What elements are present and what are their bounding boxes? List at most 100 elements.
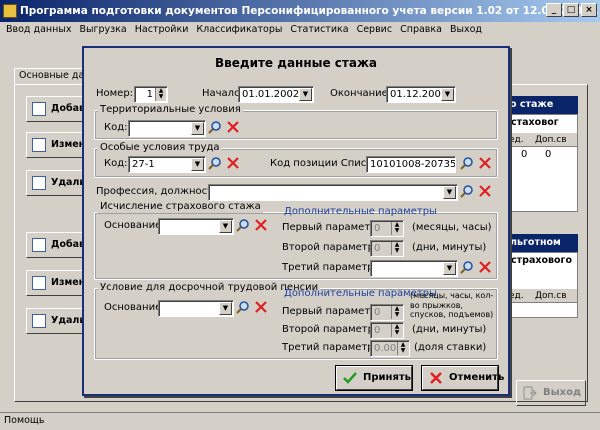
accept-button[interactable]: Принять [335, 365, 413, 391]
start-date-field[interactable]: 01.01.2002 ▼ [238, 86, 314, 103]
cancel-button[interactable]: Отменить [421, 365, 504, 391]
grid1-cell-1: 0 [521, 149, 528, 160]
window-title: Программа подготовки документов Персониф… [0, 0, 600, 22]
grid1-cell-2: 0 [545, 149, 552, 160]
grid2-col-1: ед. [509, 291, 524, 301]
end-label: Окончание: [330, 88, 392, 99]
grid2-col-headers: ед. Доп.св [507, 289, 577, 303]
special-code-select[interactable]: 27-1 ▼ [128, 156, 206, 173]
dropdown-arrow-icon[interactable]: ▼ [191, 158, 204, 171]
window-title-text: Программа подготовки документов Персониф… [20, 5, 599, 17]
position-code-field[interactable]: 10101008-20735 [366, 156, 456, 173]
ins-param2-unit: (дни, минуты) [412, 242, 487, 253]
spin-arrows-icon[interactable]: ▲ ▼ [391, 324, 402, 337]
dropdown-arrow-icon[interactable]: ▼ [219, 220, 232, 233]
spin-arrows-icon[interactable]: ▲ ▼ [397, 342, 408, 355]
grid2[interactable]: страхового ед. Доп.св [506, 252, 578, 318]
insurance-basis-select[interactable]: ▼ [158, 218, 234, 235]
exit-icon [523, 386, 537, 400]
ins-param2-stepper[interactable]: 0 ▲ ▼ [370, 240, 404, 257]
profession-select[interactable]: ▼ [208, 184, 458, 201]
spin-arrows-icon[interactable]: ▲ ▼ [391, 222, 402, 235]
search-icon[interactable] [208, 156, 222, 170]
spin-arrows-icon[interactable]: ▲ ▼ [391, 242, 402, 255]
ins-param3-label: Третий параметр: [282, 262, 377, 273]
add-icon [32, 102, 46, 116]
clear-icon[interactable] [254, 218, 268, 232]
ins-param3-select[interactable]: ▼ [370, 260, 458, 277]
check-icon [343, 372, 357, 384]
minimize-button[interactable]: _ [546, 3, 562, 17]
grid1-col-2: Доп.св [535, 135, 567, 145]
special-code-label: Код: [104, 158, 128, 169]
territorial-code-select[interactable]: ▼ [128, 120, 206, 137]
pension-basis-select[interactable]: ▼ [158, 300, 234, 317]
grid2-col-2: Доп.св [535, 291, 567, 301]
close-button[interactable]: × [581, 3, 597, 17]
clear-icon[interactable] [478, 260, 492, 274]
menu-item-service[interactable]: Сервис [357, 22, 393, 38]
clear-icon[interactable] [226, 120, 240, 134]
search-icon[interactable] [460, 260, 474, 274]
menu-item-help[interactable]: Справка [400, 22, 442, 38]
clear-icon[interactable] [254, 300, 268, 314]
grid1-header: о стаже [506, 96, 578, 114]
menu-item-statistics[interactable]: Статистика [290, 22, 348, 38]
spin-arrows-icon[interactable]: ▲ ▼ [391, 306, 402, 319]
edit-icon [32, 276, 46, 290]
clear-icon[interactable] [478, 156, 492, 170]
app-icon [3, 4, 17, 18]
pen-param1-label: Первый параметр: [282, 306, 380, 317]
special-title: Особые условия труда [98, 142, 222, 154]
dropdown-arrow-icon[interactable]: ▼ [219, 302, 232, 315]
grid1[interactable]: стаховог ед. Доп.св 0 0 [506, 114, 578, 212]
territorial-code-label: Код: [104, 122, 128, 133]
dropdown-arrow-icon[interactable]: ▼ [191, 122, 204, 135]
end-date-field[interactable]: 01.12.2002 ▼ [386, 86, 456, 103]
dropdown-arrow-icon[interactable]: ▼ [441, 88, 454, 101]
add-icon [32, 238, 46, 252]
pension-basis-label: Основание: [104, 302, 165, 313]
grid1-col-headers: ед. Доп.св [507, 133, 577, 147]
search-icon[interactable] [236, 218, 250, 232]
search-icon[interactable] [460, 156, 474, 170]
clear-icon[interactable] [478, 184, 492, 198]
menu-item-classifiers[interactable]: Классификаторы [196, 22, 282, 38]
search-icon[interactable] [208, 120, 222, 134]
menu-item-input[interactable]: Ввод данных [6, 22, 71, 38]
exit-button[interactable]: Выход [516, 380, 586, 406]
grid1-subheader: стаховог [511, 117, 559, 128]
dropdown-arrow-icon[interactable]: ▼ [443, 262, 456, 275]
status-bar: Помощь [0, 412, 600, 430]
clear-icon[interactable] [226, 156, 240, 170]
edit-icon [32, 138, 46, 152]
menu-item-export[interactable]: Выгрузка [79, 22, 126, 38]
search-icon[interactable] [236, 300, 250, 314]
ins-param1-label: Первый параметр: [282, 222, 380, 233]
pen-param2-stepper[interactable]: 0 ▲ ▼ [370, 322, 404, 339]
cancel-icon [430, 372, 442, 384]
number-stepper[interactable]: 1 ▲ ▼ [134, 86, 168, 103]
pen-param1-stepper[interactable]: 0 ▲ ▼ [370, 304, 404, 321]
maximize-button[interactable]: □ [563, 3, 579, 17]
spin-arrows-icon[interactable]: ▲ ▼ [155, 88, 166, 101]
territorial-title: Территориальные условия [98, 104, 243, 116]
insurance-basis-label: Основание: [104, 220, 165, 231]
menu-item-exit[interactable]: Выход [450, 22, 482, 38]
delete-icon [32, 176, 46, 190]
dropdown-arrow-icon[interactable]: ▼ [299, 88, 312, 101]
menu-bar: Ввод данных Выгрузка Настройки Классифик… [0, 22, 600, 38]
menu-item-settings[interactable]: Настройки [135, 22, 189, 38]
experience-dialog: Введите данные стажа Номер: 1 ▲ ▼ Начало:… [82, 46, 510, 396]
grid1-col-1: ед. [509, 135, 524, 145]
ins-param2-label: Второй параметр: [282, 242, 378, 253]
dropdown-arrow-icon[interactable]: ▼ [443, 186, 456, 199]
ins-param1-stepper[interactable]: 0 ▲ ▼ [370, 220, 404, 237]
pen-param3-stepper[interactable]: 0.00 ▲ ▼ [370, 340, 410, 357]
dialog-title: Введите данные стажа [215, 56, 377, 70]
pen-param2-label: Второй параметр: [282, 324, 378, 335]
ins-param1-unit: (месяцы, часы) [412, 222, 492, 233]
search-icon[interactable] [460, 184, 474, 198]
pen-param1-unit: (месяцы, часы, кол-во прыжков, спусков, … [410, 291, 494, 319]
grid2-header: льготном [506, 234, 578, 252]
